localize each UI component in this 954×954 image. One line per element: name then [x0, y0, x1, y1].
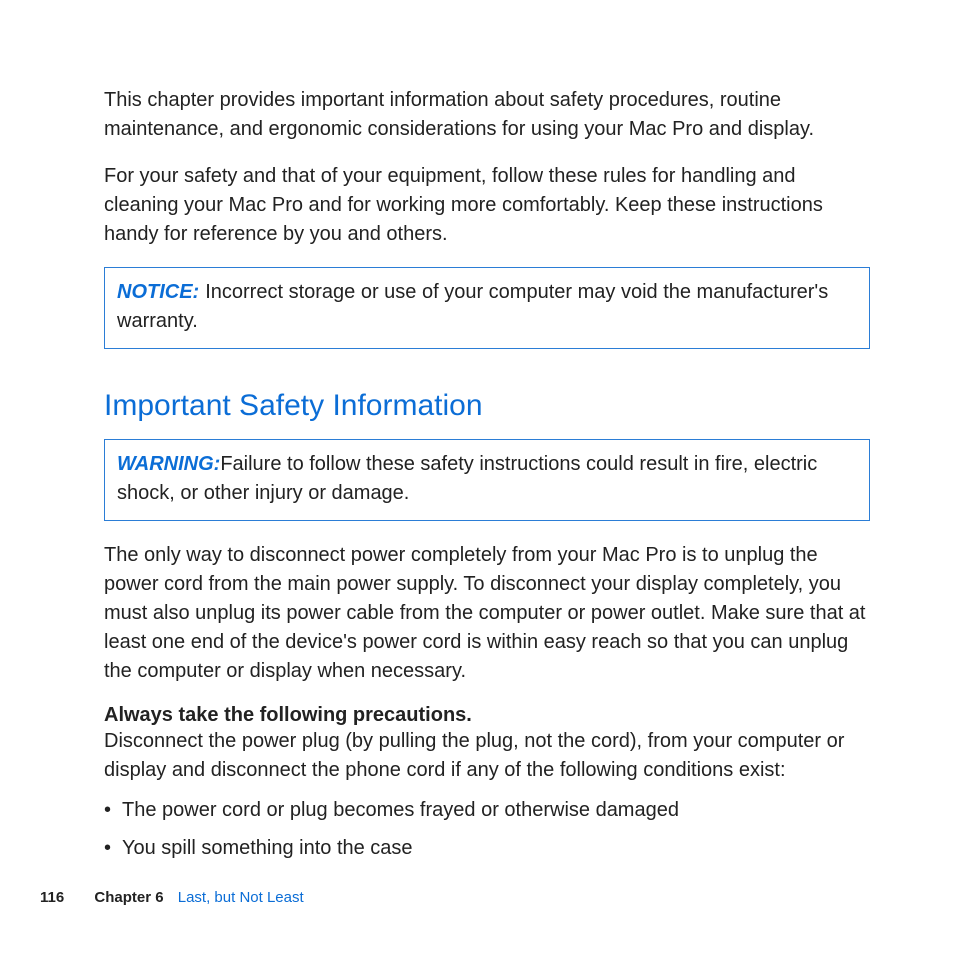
chapter-label: Chapter 6	[94, 889, 163, 906]
warning-text: Failure to follow these safety instructi…	[117, 453, 817, 504]
body-paragraph-1: The only way to disconnect power complet…	[104, 541, 870, 686]
notice-callout: NOTICE:Incorrect storage or use of your …	[104, 267, 870, 349]
intro-paragraph-1: This chapter provides important informat…	[104, 86, 870, 144]
page-footer: 116 Chapter 6 Last, but Not Least	[40, 889, 304, 906]
page-number: 116	[40, 889, 64, 906]
document-page: This chapter provides important informat…	[0, 0, 954, 954]
warning-label: WARNING:	[117, 453, 220, 475]
bullet-list: The power cord or plug becomes frayed or…	[104, 795, 870, 863]
notice-text: Incorrect storage or use of your compute…	[117, 281, 828, 332]
warning-callout: WARNING:Failure to follow these safety i…	[104, 439, 870, 521]
chapter-title: Last, but Not Least	[178, 889, 304, 906]
precautions-subheading: Always take the following precautions.	[104, 704, 870, 727]
notice-label: NOTICE:	[117, 281, 199, 303]
section-heading: Important Safety Information	[104, 389, 870, 423]
body-paragraph-2: Disconnect the power plug (by pulling th…	[104, 727, 870, 785]
intro-paragraph-2: For your safety and that of your equipme…	[104, 162, 870, 249]
list-item: The power cord or plug becomes frayed or…	[104, 795, 870, 825]
list-item: You spill something into the case	[104, 833, 870, 863]
